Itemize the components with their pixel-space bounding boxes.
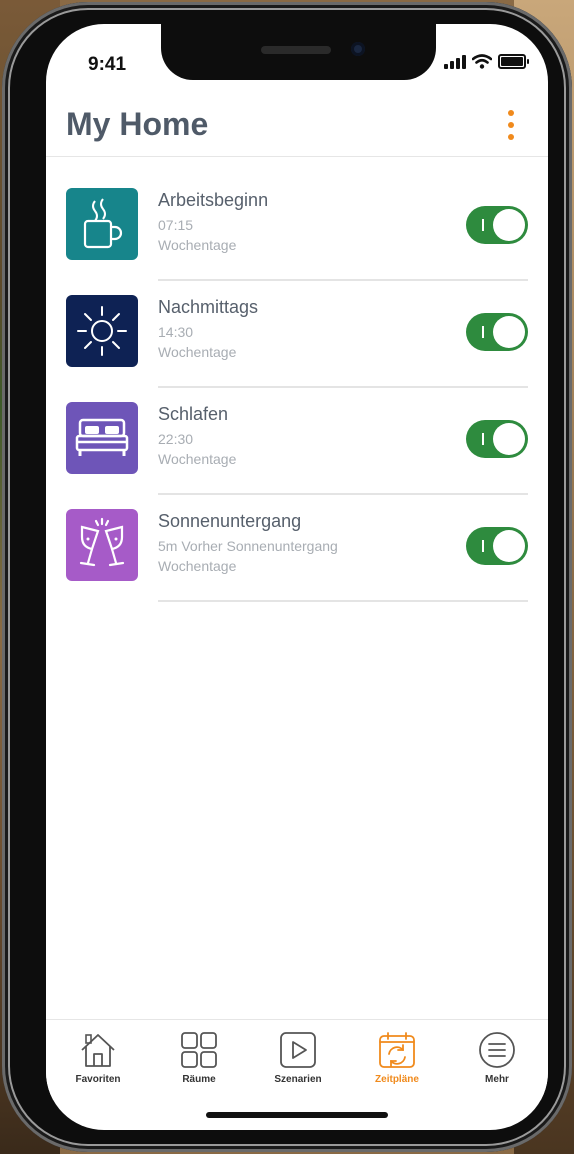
schedule-toggle[interactable] [466, 527, 528, 565]
status-icons [444, 54, 529, 69]
bed-icon [66, 402, 138, 474]
tab-bar: Favoriten Räume Szenarien Zeitpläne Mehr [46, 1019, 548, 1100]
calendar-sync-icon [379, 1032, 415, 1068]
schedule-row-nachmittags[interactable]: Nachmittags 14:30 Wochentage [46, 281, 548, 388]
home-indicator[interactable] [206, 1112, 388, 1118]
house-icon [81, 1034, 115, 1067]
tab-label: Zeitpläne [375, 1074, 419, 1085]
toggle-knob [493, 530, 525, 562]
cellular-signal-icon [444, 54, 466, 69]
tab-mehr[interactable]: Mehr [457, 1030, 537, 1085]
play-icon [280, 1032, 316, 1068]
schedule-row-schlafen[interactable]: Schlafen 22:30 Wochentage [46, 388, 548, 495]
wifi-icon [472, 54, 492, 69]
toggle-knob [493, 209, 525, 241]
schedule-text: Schlafen 22:30 Wochentage [158, 404, 236, 469]
champagne-glasses-icon [66, 509, 138, 581]
more-options-icon[interactable] [506, 110, 516, 140]
toggle-on-mark [482, 433, 484, 445]
toggle-knob [493, 423, 525, 455]
header: My Home [46, 104, 548, 157]
tab-raeume[interactable]: Räume [159, 1030, 239, 1085]
schedule-toggle[interactable] [466, 206, 528, 244]
schedule-time: 14:30 [158, 324, 194, 340]
menu-circle-icon [479, 1032, 515, 1068]
tab-label: Szenarien [274, 1074, 322, 1085]
schedule-title: Arbeitsbeginn [158, 190, 269, 210]
schedule-toggle[interactable] [466, 420, 528, 458]
tab-zeitplaene[interactable]: Zeitpläne [357, 1030, 437, 1085]
schedule-days: Wochentage [158, 344, 237, 360]
schedule-days: Wochentage [158, 558, 237, 574]
schedule-text: Sonnenuntergang 5m Vorher Sonnenuntergan… [158, 511, 338, 576]
schedule-time: 22:30 [158, 431, 194, 447]
schedule-days: Wochentage [158, 237, 237, 253]
sun-icon [66, 295, 138, 367]
schedule-toggle[interactable] [466, 313, 528, 351]
toggle-on-mark [482, 326, 484, 338]
speaker-grille [261, 46, 331, 54]
schedule-title: Schlafen [158, 404, 229, 424]
phone-frame: 9:41 My Home Arbeitsbeginn 07:15 Wochent… [2, 2, 572, 1152]
page-title: My Home [66, 106, 209, 142]
divider [158, 600, 528, 602]
grid-icon [181, 1032, 217, 1068]
schedule-title: Sonnenuntergang [158, 511, 302, 531]
front-camera [351, 42, 365, 56]
schedule-time: 5m Vorher Sonnenuntergang [158, 538, 338, 554]
toggle-on-mark [482, 540, 484, 552]
schedule-row-arbeitsbeginn[interactable]: Arbeitsbeginn 07:15 Wochentage [46, 174, 548, 281]
schedule-list: Arbeitsbeginn 07:15 Wochentage Nachmitta… [46, 174, 548, 602]
status-time: 9:41 [88, 54, 127, 75]
tab-label: Favoriten [75, 1074, 121, 1085]
toggle-on-mark [482, 219, 484, 231]
schedule-text: Nachmittags 14:30 Wochentage [158, 297, 258, 362]
tab-szenarien[interactable]: Szenarien [258, 1030, 338, 1085]
coffee-cup-icon [66, 188, 138, 260]
schedule-time: 07:15 [158, 217, 194, 233]
schedule-text: Arbeitsbeginn 07:15 Wochentage [158, 190, 268, 255]
toggle-knob [493, 316, 525, 348]
schedule-row-sonnenuntergang[interactable]: Sonnenuntergang 5m Vorher Sonnenuntergan… [46, 495, 548, 602]
battery-icon [498, 54, 529, 69]
tab-label: Räume [182, 1074, 216, 1085]
phone-screen: 9:41 My Home Arbeitsbeginn 07:15 Wochent… [46, 24, 548, 1130]
tab-favoriten[interactable]: Favoriten [58, 1030, 138, 1085]
notch [161, 24, 436, 80]
schedule-title: Nachmittags [158, 297, 259, 317]
schedule-days: Wochentage [158, 451, 237, 467]
tab-label: Mehr [485, 1074, 509, 1085]
